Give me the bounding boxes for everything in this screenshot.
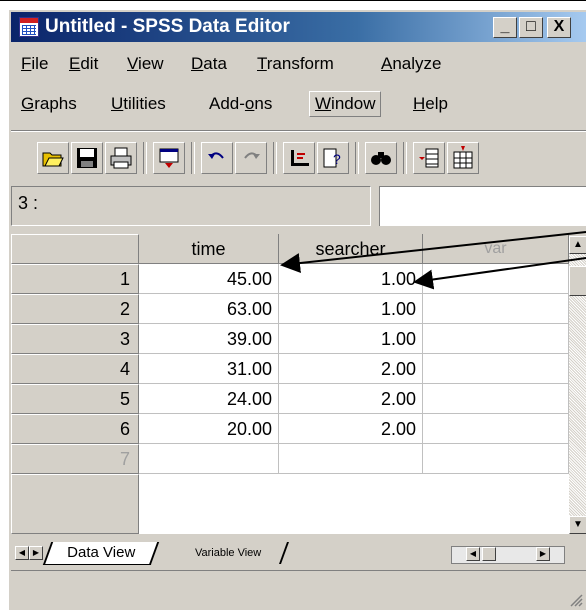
arrow-to-searcher-value — [413, 257, 586, 290]
annotation-arrows — [280, 231, 586, 290]
arrow-to-time-column — [280, 231, 586, 273]
